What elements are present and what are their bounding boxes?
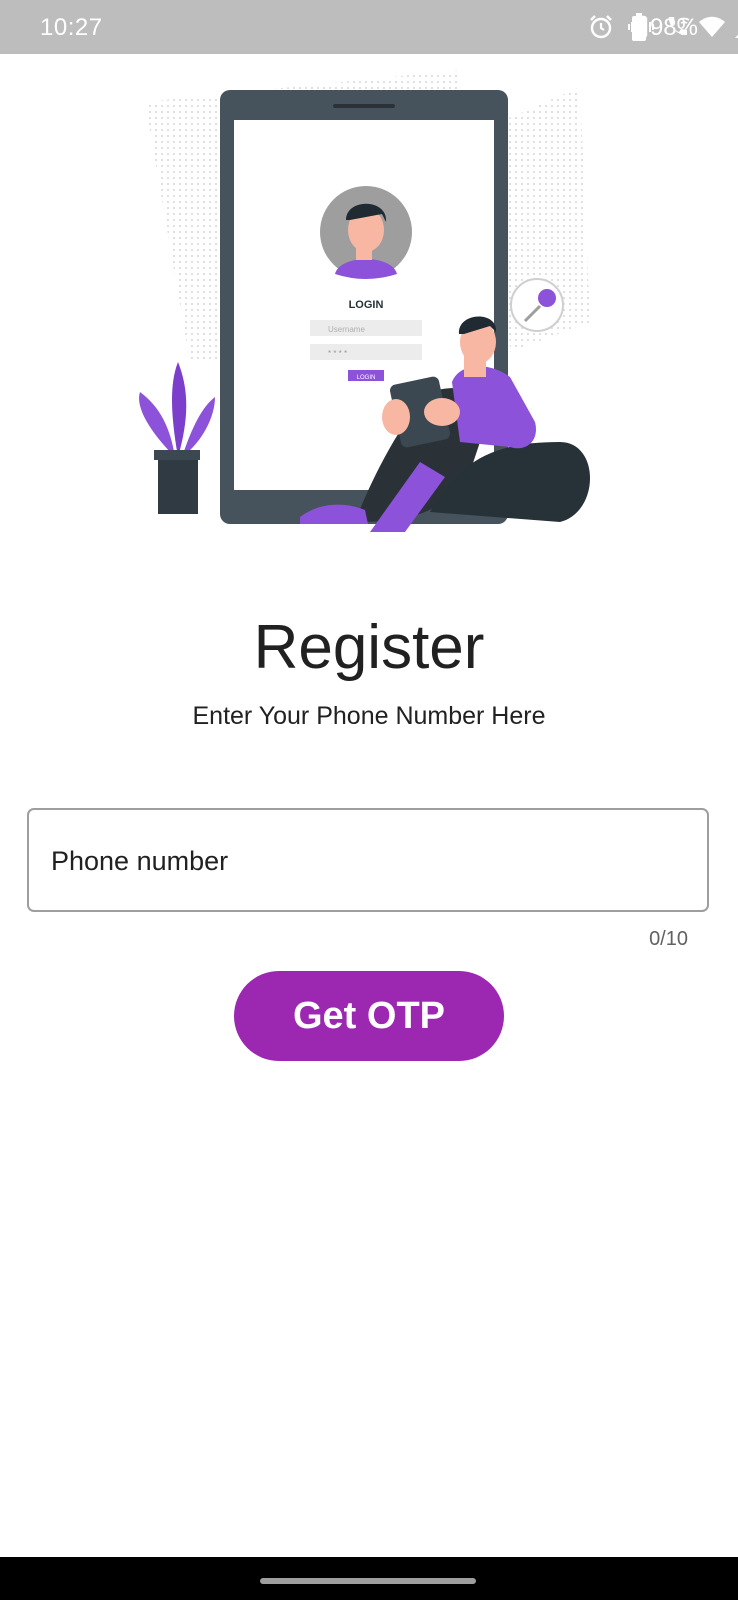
- phone-number-input[interactable]: [49, 836, 693, 886]
- navigation-bar: [0, 1557, 738, 1600]
- status-time: 10:27: [40, 14, 103, 41]
- key-bubble-icon: [510, 278, 564, 332]
- wifi-icon: [699, 16, 725, 37]
- home-gesture-handle[interactable]: [260, 1578, 476, 1584]
- plant-icon: [139, 362, 215, 514]
- status-bar: 10:27 98%: [0, 0, 738, 54]
- illustration-username: Username: [328, 325, 365, 334]
- character-counter: 0/10: [649, 928, 688, 950]
- illustration-login-heading: LOGIN: [349, 299, 384, 311]
- cell-signal-icon: [735, 34, 738, 38]
- phone-number-field[interactable]: [27, 808, 709, 912]
- illustration-login-button: LOGIN: [357, 375, 376, 381]
- get-otp-button[interactable]: Get OTP: [234, 971, 504, 1061]
- register-illustration: LOGIN Username * * * * LOGIN: [139, 70, 590, 532]
- page-subtitle: Enter Your Phone Number Here: [192, 702, 546, 730]
- battery-icon: [632, 13, 646, 41]
- alarm-icon: [590, 15, 612, 39]
- illustration-password: * * * *: [328, 349, 347, 358]
- page-title: Register: [253, 613, 485, 682]
- battery-percentage: 98%: [649, 14, 698, 41]
